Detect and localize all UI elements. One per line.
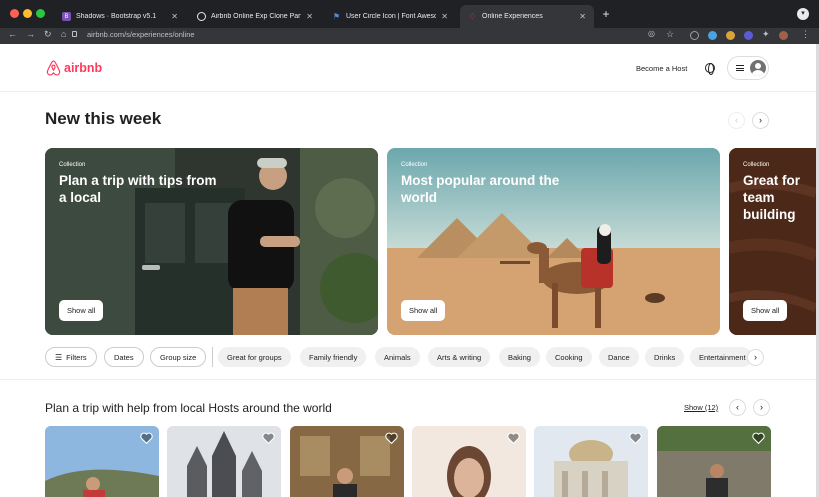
- section-title: Plan a trip with help from local Hosts a…: [45, 401, 332, 415]
- card-label: Collection: [401, 162, 428, 168]
- category-chip[interactable]: Great for groups: [218, 347, 291, 367]
- close-tab-icon[interactable]: ✕: [579, 12, 586, 21]
- section-title: New this week: [45, 109, 162, 128]
- collection-card[interactable]: Collection Great for team building Show …: [729, 148, 816, 335]
- filter-divider: [212, 347, 213, 367]
- filters-label: Filters: [66, 352, 87, 362]
- collection-card[interactable]: Collection Most popular around the world…: [387, 148, 720, 335]
- address-bar[interactable]: airbnb.com/s/experiences/online: [87, 30, 195, 39]
- card-label: Collection: [59, 162, 86, 168]
- extension-icon[interactable]: [726, 31, 735, 40]
- carousel-prev-button[interactable]: ‹: [728, 112, 745, 129]
- tab-title: Airbnb Online Exp Clone Part 1: [211, 13, 302, 20]
- carousel-prev-button[interactable]: ‹: [729, 399, 746, 416]
- browser-toolbar: ← → ↻ ⌂ airbnb.com/s/experiences/online …: [0, 28, 819, 44]
- carousel-next-button[interactable]: ›: [753, 399, 770, 416]
- extension-icon[interactable]: [744, 31, 753, 40]
- bookmark-star-icon[interactable]: ☆: [666, 29, 674, 40]
- close-tab-icon[interactable]: ✕: [306, 12, 313, 21]
- puzzle-icon[interactable]: ✦: [762, 29, 770, 40]
- category-chip[interactable]: Animals: [375, 347, 420, 367]
- category-chip[interactable]: Cooking: [546, 347, 592, 367]
- browser-tab-active[interactable]: ♢ Online Experiences ✕: [460, 5, 594, 28]
- category-chip[interactable]: Arts & writing: [428, 347, 491, 367]
- category-chip[interactable]: Drinks: [645, 347, 685, 367]
- filters-button[interactable]: ☰ Filters: [45, 347, 97, 367]
- logo-text: airbnb: [64, 61, 103, 75]
- tab-title: Online Experiences: [482, 13, 543, 20]
- heart-icon[interactable]: [140, 431, 153, 449]
- carousel-next-button[interactable]: ›: [752, 112, 769, 129]
- close-tab-icon[interactable]: ✕: [441, 12, 448, 21]
- home-icon[interactable]: ⌂: [61, 29, 66, 39]
- experience-card[interactable]: [412, 426, 526, 497]
- forward-icon[interactable]: →: [26, 29, 35, 39]
- filter-next-button[interactable]: ›: [747, 349, 764, 366]
- minimize-window-button[interactable]: [23, 9, 32, 18]
- heart-icon[interactable]: [507, 431, 520, 449]
- category-chip[interactable]: Dance: [599, 347, 639, 367]
- globe-icon[interactable]: [705, 63, 715, 75]
- show-all-link[interactable]: Show (12): [684, 403, 718, 412]
- experience-card[interactable]: [290, 426, 404, 497]
- back-icon[interactable]: ←: [8, 29, 17, 39]
- flag-icon: ⚑: [332, 12, 341, 21]
- eye-off-icon[interactable]: ◎: [648, 29, 655, 38]
- filter-bar: ☰ Filters Dates Group size Great for gro…: [0, 344, 816, 374]
- show-all-button[interactable]: Show all: [743, 300, 788, 321]
- sliders-icon: ☰: [55, 352, 63, 362]
- maximize-window-button[interactable]: [36, 9, 45, 18]
- hamburger-icon: [736, 65, 744, 71]
- become-host-link[interactable]: Become a Host: [636, 64, 687, 73]
- lock-icon: [72, 31, 77, 37]
- heart-icon[interactable]: [385, 431, 398, 449]
- extension-icon[interactable]: [708, 31, 717, 40]
- card-title: Great for team building: [743, 173, 801, 222]
- airbnb-icon: [46, 60, 61, 76]
- profile-avatar[interactable]: [779, 31, 788, 40]
- category-chip[interactable]: Entertainment: [690, 347, 752, 367]
- airbnb-logo[interactable]: airbnb: [45, 59, 102, 77]
- tab-search-icon[interactable]: ▾: [797, 8, 809, 20]
- new-tab-button[interactable]: +: [598, 7, 614, 23]
- close-window-button[interactable]: [10, 9, 19, 18]
- card-label: Collection: [743, 162, 770, 168]
- dates-button[interactable]: Dates: [104, 347, 144, 367]
- site-header: airbnb Become a Host: [0, 44, 816, 92]
- show-all-button[interactable]: Show all: [401, 300, 446, 321]
- experience-card[interactable]: [45, 426, 159, 497]
- bootstrap-icon: B: [62, 12, 71, 21]
- card-title: Most popular around the world: [401, 173, 560, 205]
- extension-icon[interactable]: [690, 31, 699, 40]
- collection-card[interactable]: Collection Plan a trip with tips from a …: [45, 148, 378, 335]
- airbnb-icon: ♢: [468, 12, 477, 21]
- user-circle-icon: [750, 60, 766, 76]
- experience-card[interactable]: [657, 426, 771, 497]
- reload-icon[interactable]: ↻: [44, 29, 52, 40]
- browser-tab-bar: B Shadows · Bootstrap v5.1 ✕ Airbnb Onli…: [0, 0, 819, 28]
- card-title: Plan a trip with tips from a local: [59, 173, 217, 205]
- browser-tab[interactable]: ⚑ User Circle Icon | Font Awesome ✕: [324, 5, 456, 28]
- more-menu-icon[interactable]: ⋮: [801, 29, 810, 40]
- group-size-button[interactable]: Group size: [150, 347, 207, 367]
- heart-icon[interactable]: [629, 431, 642, 449]
- heart-icon[interactable]: [262, 431, 275, 449]
- page: airbnb Become a Host New this week ‹ › C…: [0, 44, 816, 497]
- close-tab-icon[interactable]: ✕: [171, 12, 178, 21]
- show-all-button[interactable]: Show all: [59, 300, 104, 321]
- experience-card[interactable]: [534, 426, 648, 497]
- tab-title: User Circle Icon | Font Awesome: [346, 13, 437, 20]
- user-menu-button[interactable]: [727, 56, 769, 80]
- tab-title: Shadows · Bootstrap v5.1: [76, 13, 157, 20]
- browser-tab[interactable]: B Shadows · Bootstrap v5.1 ✕: [54, 5, 186, 28]
- section-divider: [0, 379, 816, 380]
- browser-tab[interactable]: Airbnb Online Exp Clone Part 1 ✕: [189, 5, 321, 28]
- category-chip[interactable]: Family friendly: [300, 347, 367, 367]
- experience-card[interactable]: [167, 426, 281, 497]
- category-chip[interactable]: Baking: [499, 347, 540, 367]
- heart-icon[interactable]: [752, 431, 765, 449]
- github-icon: [197, 12, 206, 21]
